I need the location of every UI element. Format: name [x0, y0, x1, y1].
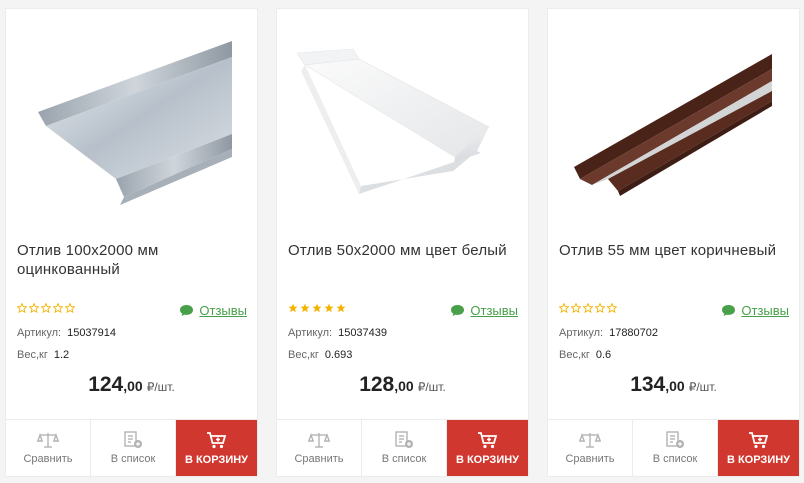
article-row: Артикул: 17880702	[559, 327, 658, 339]
weight-row: Вес,кг 1.2	[17, 349, 69, 361]
compare-label: Сравнить	[565, 453, 615, 465]
cart-icon	[748, 431, 768, 448]
galvanized-sill-image	[38, 41, 232, 205]
price-cents: ,00	[394, 378, 414, 394]
article-label: Артикул:	[17, 327, 62, 339]
reviews-link[interactable]: Отзывы	[179, 303, 247, 318]
price-unit: ₽/шт.	[417, 380, 446, 394]
article-label: Артикул:	[288, 327, 333, 339]
cart-label: В КОРЗИНУ	[455, 453, 520, 466]
star-empty-icon	[559, 303, 569, 313]
scales-icon	[308, 432, 330, 448]
star-empty-icon	[29, 303, 39, 313]
weight-row: Вес,кг 0.6	[559, 349, 611, 361]
star-filled-icon	[312, 303, 322, 313]
weight-row: Вес,кг 0.693	[288, 349, 352, 361]
scales-icon	[579, 432, 601, 448]
reviews-label: Отзывы	[741, 303, 789, 318]
card-actions: Сравнить В список В КОРЗИНУ	[6, 419, 257, 476]
price-cents: ,00	[665, 378, 685, 394]
add-to-list-button[interactable]: В список	[633, 420, 718, 476]
cart-icon	[477, 431, 497, 448]
reviews-label: Отзывы	[470, 303, 518, 318]
product-image[interactable]	[277, 9, 528, 234]
list-label: В список	[381, 453, 427, 465]
product-image[interactable]	[6, 9, 257, 234]
weight-label: Вес,кг	[559, 349, 590, 361]
add-to-list-button[interactable]: В список	[91, 420, 176, 476]
brown-sill-image	[574, 54, 772, 196]
star-filled-icon	[336, 303, 346, 313]
product-card: Отлив 55 мм цвет коричневый Отзывы Артик…	[547, 8, 800, 477]
list-add-icon	[666, 431, 684, 448]
star-empty-icon	[571, 303, 581, 313]
star-empty-icon	[53, 303, 63, 313]
star-empty-icon	[17, 303, 27, 313]
price: 134,00 ₽/шт.	[548, 373, 799, 397]
card-actions: Сравнить В список В КОРЗИНУ	[277, 419, 528, 476]
card-actions: Сравнить В список В КОРЗИНУ	[548, 419, 799, 476]
article-row: Артикул: 15037914	[17, 327, 116, 339]
article-value: 17880702	[609, 327, 659, 339]
star-filled-icon	[288, 303, 298, 313]
list-add-icon	[395, 431, 413, 448]
list-label: В список	[652, 453, 698, 465]
reviews-link[interactable]: Отзывы	[721, 303, 789, 318]
compare-label: Сравнить	[294, 453, 344, 465]
product-image[interactable]	[548, 9, 799, 234]
scales-icon	[37, 432, 59, 448]
reviews-link[interactable]: Отзывы	[450, 303, 518, 318]
rating-stars	[17, 303, 75, 314]
star-empty-icon	[41, 303, 51, 313]
weight-label: Вес,кг	[288, 349, 319, 361]
star-empty-icon	[595, 303, 605, 313]
weight-label: Вес,кг	[17, 349, 48, 361]
price-main: 134	[630, 373, 666, 396]
price-cents: ,00	[123, 378, 143, 394]
weight-value: 0.6	[595, 349, 612, 361]
price: 128,00 ₽/шт.	[277, 373, 528, 397]
article-value: 15037439	[338, 327, 388, 339]
article-row: Артикул: 15037439	[288, 327, 387, 339]
cart-label: В КОРЗИНУ	[726, 453, 791, 466]
cart-label: В КОРЗИНУ	[184, 453, 249, 466]
product-title[interactable]: Отлив 100х2000 мм оцинкованный	[17, 241, 249, 279]
compare-button[interactable]: Сравнить	[6, 420, 91, 476]
chat-bubble-icon	[722, 305, 736, 316]
rating-stars	[288, 303, 346, 314]
product-card: Отлив 50х2000 мм цвет белый Отзывы Артик…	[276, 8, 529, 477]
reviews-label: Отзывы	[199, 303, 247, 318]
product-card: Отлив 100х2000 мм оцинкованный Отзывы Ар…	[5, 8, 258, 477]
add-to-list-button[interactable]: В список	[362, 420, 447, 476]
add-to-cart-button[interactable]: В КОРЗИНУ	[718, 420, 799, 476]
star-empty-icon	[607, 303, 617, 313]
add-to-cart-button[interactable]: В КОРЗИНУ	[176, 420, 257, 476]
star-filled-icon	[324, 303, 334, 313]
article-label: Артикул:	[559, 327, 604, 339]
product-title[interactable]: Отлив 50х2000 мм цвет белый	[288, 241, 520, 260]
price-unit: ₽/шт.	[146, 380, 175, 394]
price-main: 128	[359, 373, 395, 396]
list-label: В список	[110, 453, 156, 465]
white-sill-image	[296, 48, 490, 194]
product-title[interactable]: Отлив 55 мм цвет коричневый	[559, 241, 791, 260]
rating-stars	[559, 303, 617, 314]
compare-label: Сравнить	[23, 453, 73, 465]
list-add-icon	[124, 431, 142, 448]
weight-value: 1.2	[53, 349, 70, 361]
star-filled-icon	[300, 303, 310, 313]
weight-value: 0.693	[324, 349, 353, 361]
price: 124,00 ₽/шт.	[6, 373, 257, 397]
chat-bubble-icon	[451, 305, 465, 316]
compare-button[interactable]: Сравнить	[548, 420, 633, 476]
cart-icon	[206, 431, 226, 448]
chat-bubble-icon	[180, 305, 194, 316]
star-empty-icon	[583, 303, 593, 313]
price-main: 124	[88, 373, 124, 396]
add-to-cart-button[interactable]: В КОРЗИНУ	[447, 420, 528, 476]
star-empty-icon	[65, 303, 75, 313]
compare-button[interactable]: Сравнить	[277, 420, 362, 476]
price-unit: ₽/шт.	[688, 380, 717, 394]
article-value: 15037914	[67, 327, 117, 339]
